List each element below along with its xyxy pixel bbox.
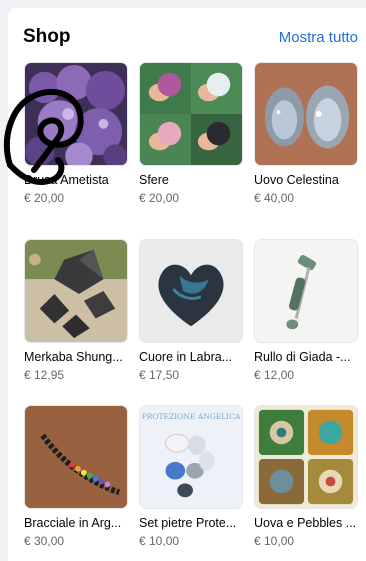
product-price: € 30,00	[24, 534, 65, 548]
product-card[interactable]: Merkaba Shung... € 12,95	[24, 239, 128, 382]
product-price: € 10,00	[139, 534, 180, 548]
product-price: € 12,95	[24, 368, 65, 382]
product-image-celestite	[254, 62, 358, 166]
product-name: Drusa Ametista	[24, 173, 109, 187]
product-name: Merkaba Shung...	[24, 350, 123, 364]
product-card[interactable]: Drusa Ametista € 20,00	[24, 62, 128, 205]
product-name: Sfere	[139, 173, 169, 187]
product-name: Uovo Celestina	[254, 173, 339, 187]
product-card[interactable]: Cuore in Labra... € 17,50	[139, 239, 243, 382]
shop-header: Shop Mostra tutto	[23, 26, 358, 52]
product-name: Rullo di Giada -...	[254, 350, 351, 364]
product-name: Cuore in Labra...	[139, 350, 233, 364]
product-price: € 10,00	[254, 534, 295, 548]
product-price: € 12,00	[254, 368, 295, 382]
shop-section: Shop Mostra tutto Drusa Ametista € 20,00…	[8, 8, 366, 561]
product-card[interactable]: Sfere € 20,00	[139, 62, 243, 205]
product-card[interactable]: Rullo di Giada -... € 12,00	[254, 239, 358, 382]
product-card[interactable]: PROTEZIONE ANGELICA Set pietre Prote... …	[139, 405, 243, 548]
product-card[interactable]: Uova e Pebbles ... € 10,00	[254, 405, 358, 548]
product-price: € 20,00	[139, 191, 180, 205]
product-image-stones-set: PROTEZIONE ANGELICA	[139, 405, 243, 509]
item-banner-text: PROTEZIONE ANGELICA	[141, 412, 241, 421]
product-image-bracelet	[24, 405, 128, 509]
product-price: € 40,00	[254, 191, 295, 205]
product-image-jade-roller	[254, 239, 358, 343]
product-image-heart	[139, 239, 243, 343]
product-image-merkaba	[24, 239, 128, 343]
product-price: € 17,50	[139, 368, 180, 382]
product-image-eggs-pebbles	[254, 405, 358, 509]
see-all-link[interactable]: Mostra tutto	[279, 29, 358, 46]
product-name: Bracciale in Arg...	[24, 516, 122, 530]
product-image-amethyst	[24, 62, 128, 166]
product-price: € 20,00	[24, 191, 65, 205]
product-name: Uova e Pebbles ...	[254, 516, 357, 530]
product-image-spheres	[139, 62, 243, 166]
product-card[interactable]: Uovo Celestina € 40,00	[254, 62, 358, 205]
product-name: Set pietre Prote...	[139, 516, 237, 530]
shop-title: Shop	[23, 26, 71, 47]
product-card[interactable]: Bracciale in Arg... € 30,00	[24, 405, 128, 548]
